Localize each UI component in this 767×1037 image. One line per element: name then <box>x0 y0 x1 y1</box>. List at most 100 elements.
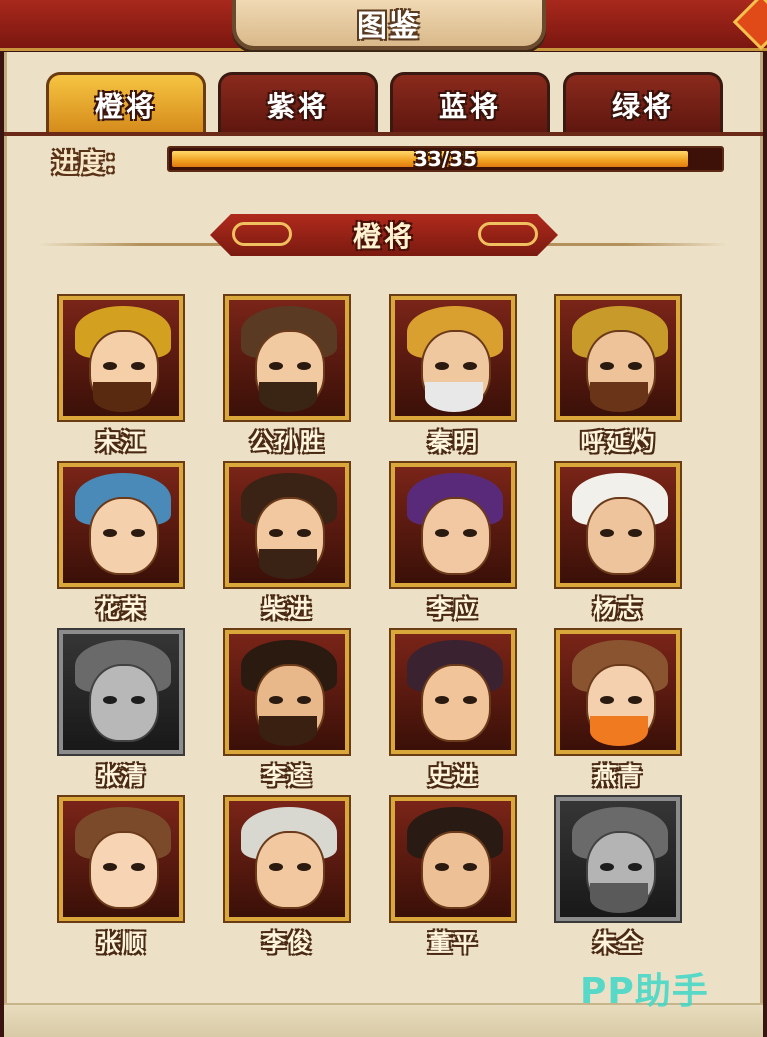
hero-name: 朱仝 <box>593 929 643 957</box>
hero-face <box>89 831 159 909</box>
hero-portrait <box>223 795 351 923</box>
hero-eye <box>628 863 642 871</box>
hero-beard <box>590 382 648 412</box>
tab-orange-generals[interactable]: 橙将 <box>46 72 206 134</box>
cloud-ornament-icon <box>478 222 538 246</box>
hero-card[interactable]: 公孙胜 <box>223 294 351 456</box>
hero-eye <box>600 362 614 370</box>
hero-eye <box>297 529 311 537</box>
hero-name: 花荣 <box>96 595 146 623</box>
tab-purple-generals[interactable]: 紫将 <box>218 72 378 134</box>
progress-bar: 33/35 <box>167 146 724 172</box>
hero-eye <box>103 362 117 370</box>
hero-card[interactable]: 宋江 <box>57 294 185 456</box>
section-title: 橙将 <box>352 220 415 253</box>
tab-label: 蓝将 <box>438 89 501 123</box>
hero-beard <box>93 382 151 412</box>
hero-portrait <box>389 294 517 422</box>
hero-portrait <box>389 628 517 756</box>
hero-portrait <box>554 628 682 756</box>
hero-eye <box>131 696 145 704</box>
hero-eye <box>628 362 642 370</box>
hero-card[interactable]: 燕青 <box>554 628 682 790</box>
hero-face <box>89 497 159 575</box>
hero-card[interactable]: 花荣 <box>57 461 185 623</box>
hero-card[interactable]: 李逵 <box>223 628 351 790</box>
hero-portrait <box>554 461 682 589</box>
hero-eye <box>435 529 449 537</box>
hero-eye <box>628 696 642 704</box>
watermark: PP助手 <box>580 971 709 1012</box>
hero-card[interactable]: 柴进 <box>223 461 351 623</box>
page-title: 图鉴 <box>357 9 421 44</box>
hero-card[interactable]: 李俊 <box>223 795 351 957</box>
hero-name: 李逵 <box>262 762 312 790</box>
tab-green-generals[interactable]: 绿将 <box>563 72 723 134</box>
hero-name: 公孙胜 <box>249 428 325 456</box>
hero-card[interactable]: 呼延灼 <box>554 294 682 456</box>
hero-eye <box>435 362 449 370</box>
hero-name: 宋江 <box>96 428 146 456</box>
hero-card[interactable]: 史进 <box>389 628 517 790</box>
hero-beard <box>259 716 317 746</box>
hero-name: 张清 <box>96 762 146 790</box>
hero-eye <box>297 863 311 871</box>
tabs-divider <box>4 132 763 136</box>
hero-portrait <box>389 461 517 589</box>
hero-name: 李俊 <box>262 929 312 957</box>
hero-face <box>421 831 491 909</box>
hero-eye <box>600 696 614 704</box>
hero-face <box>89 664 159 742</box>
close-gem-icon[interactable] <box>732 0 767 51</box>
hero-eye <box>269 362 283 370</box>
hero-face <box>421 664 491 742</box>
hero-face <box>255 831 325 909</box>
hero-eye <box>103 696 117 704</box>
hero-portrait <box>57 461 185 589</box>
hero-card[interactable]: 杨志 <box>554 461 682 623</box>
hero-eye <box>463 362 477 370</box>
hero-eye <box>463 696 477 704</box>
title-plate: 图鉴 <box>232 0 546 50</box>
hero-beard <box>590 716 648 746</box>
hero-eye <box>435 863 449 871</box>
progress-label: 进度： <box>52 149 131 179</box>
tab-label: 紫将 <box>266 89 329 123</box>
hero-portrait-locked <box>57 628 185 756</box>
hero-name: 柴进 <box>262 595 312 623</box>
hero-portrait <box>57 795 185 923</box>
hero-card[interactable]: 张清 <box>57 628 185 790</box>
hero-portrait <box>57 294 185 422</box>
hero-portrait <box>223 461 351 589</box>
hero-eye <box>628 529 642 537</box>
hero-beard <box>590 883 648 913</box>
hero-card[interactable]: 董平 <box>389 795 517 957</box>
hero-eye <box>103 863 117 871</box>
hero-face <box>421 497 491 575</box>
hero-name: 燕青 <box>593 762 643 790</box>
hero-name: 史进 <box>428 762 478 790</box>
hero-card[interactable]: 朱仝 <box>554 795 682 957</box>
hero-eye <box>269 863 283 871</box>
hero-name: 董平 <box>428 929 478 957</box>
tab-blue-generals[interactable]: 蓝将 <box>390 72 550 134</box>
hero-card[interactable]: 张顺 <box>57 795 185 957</box>
hero-name: 呼延灼 <box>580 428 656 456</box>
hero-portrait <box>389 795 517 923</box>
hero-eye <box>463 529 477 537</box>
hero-beard <box>259 382 317 412</box>
hero-beard <box>425 382 483 412</box>
hero-name: 李应 <box>428 595 478 623</box>
hero-beard <box>259 549 317 579</box>
hero-eye <box>297 696 311 704</box>
hero-card[interactable]: 秦明 <box>389 294 517 456</box>
hero-eye <box>131 362 145 370</box>
hero-card[interactable]: 李应 <box>389 461 517 623</box>
hero-eye <box>269 696 283 704</box>
hero-portrait <box>223 294 351 422</box>
hero-name: 秦明 <box>428 428 478 456</box>
progress-text: 33/35 <box>414 147 477 171</box>
hero-face <box>586 497 656 575</box>
hero-eye <box>269 529 283 537</box>
tab-label: 橙将 <box>94 89 157 123</box>
